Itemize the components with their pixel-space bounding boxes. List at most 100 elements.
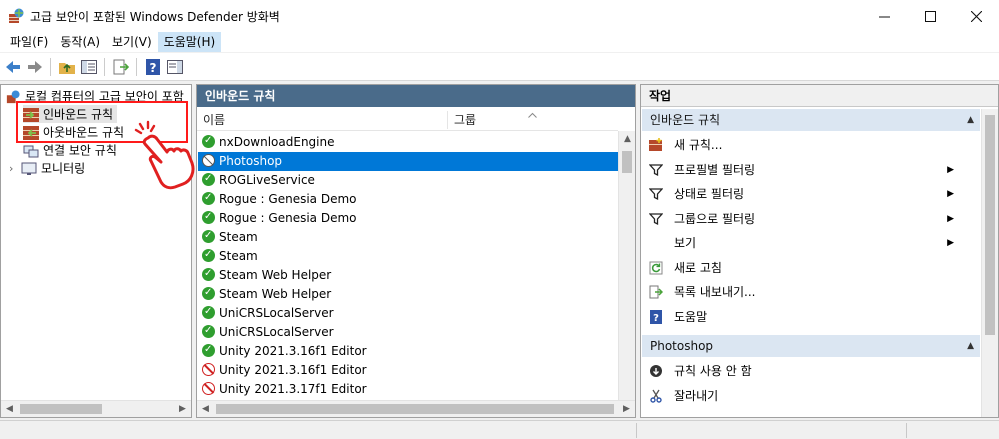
collapse-icon[interactable]: ▲ bbox=[967, 335, 974, 357]
actions-section-photoshop[interactable]: Photoshop ▲ bbox=[642, 335, 980, 357]
section-title: 인바운드 규칙 bbox=[650, 113, 721, 127]
table-row[interactable]: Steam bbox=[198, 226, 619, 247]
scroll-right-icon[interactable]: ▶ bbox=[174, 401, 191, 417]
scroll-thumb[interactable] bbox=[985, 115, 995, 335]
rules-horizontal-scrollbar[interactable]: ◀ ▶ bbox=[197, 400, 635, 417]
tree-item-label: 모니터링 bbox=[41, 161, 86, 176]
cut-icon bbox=[649, 389, 663, 403]
rule-name: Rogue : Genesia Demo bbox=[219, 192, 357, 206]
rule-name: Unity 2021.3.16f1 Editor bbox=[219, 344, 367, 358]
tree-item-connection-security[interactable]: 연결 보안 규칙 bbox=[23, 141, 117, 159]
action-item[interactable]: 목록 내보내기... bbox=[642, 280, 980, 304]
rule-allowed-icon bbox=[202, 302, 215, 321]
action-item[interactable]: 새로 고침 bbox=[642, 256, 980, 280]
action-label: 새로 고침 bbox=[674, 260, 722, 275]
table-row[interactable]: Rogue : Genesia Demo bbox=[198, 207, 619, 228]
action-label: 새 규칙... bbox=[674, 138, 723, 152]
tree-horizontal-scrollbar[interactable]: ◀ ▶ bbox=[1, 400, 191, 417]
submenu-arrow-icon: ▶ bbox=[947, 189, 954, 199]
minimize-icon bbox=[878, 16, 890, 17]
action-item[interactable]: ? 도움말 bbox=[642, 305, 980, 329]
title-bar: 고급 보안이 포함된 Windows Defender 방화벽 bbox=[0, 0, 999, 32]
filter-icon bbox=[648, 163, 664, 177]
tree-item-label: 연결 보안 규칙 bbox=[43, 143, 117, 158]
rule-name: Steam Web Helper bbox=[219, 287, 332, 301]
menu-file[interactable]: 파일(F) bbox=[4, 32, 54, 52]
action-item[interactable]: 잘라내기 bbox=[642, 384, 980, 408]
refresh-icon bbox=[649, 261, 663, 275]
submenu-arrow-icon: ▶ bbox=[947, 213, 954, 224]
rule-name: Rogue : Genesia Demo bbox=[219, 211, 357, 225]
rule-name: Steam bbox=[219, 249, 258, 263]
scroll-left-icon[interactable]: ◀ bbox=[1, 401, 18, 417]
maximize-button[interactable] bbox=[907, 0, 953, 32]
table-row[interactable]: Rogue : Genesia Demo bbox=[198, 188, 619, 209]
disable-rule-icon bbox=[649, 364, 663, 378]
action-item[interactable]: 상태로 필터링 ▶ bbox=[642, 182, 980, 206]
rule-allowed-icon bbox=[202, 283, 215, 302]
actions-vertical-scrollbar[interactable] bbox=[981, 109, 998, 417]
help-icon[interactable]: ? bbox=[144, 58, 162, 76]
table-row[interactable]: Unity 2021.3.16f1 Editor bbox=[198, 340, 619, 361]
table-row[interactable]: UniCRSLocalServer bbox=[198, 302, 619, 323]
hand-pointer-icon bbox=[134, 120, 195, 190]
menu-help[interactable]: 도움말(H) bbox=[157, 32, 222, 52]
rule-name: Photoshop bbox=[219, 154, 283, 168]
scroll-left-icon[interactable]: ◀ bbox=[197, 401, 214, 417]
actions-section-inbound[interactable]: 인바운드 규칙 ▲ bbox=[642, 109, 980, 131]
svg-text:?: ? bbox=[653, 313, 659, 324]
rule-blocked-icon bbox=[202, 382, 215, 395]
action-item[interactable]: 보기 ▶ bbox=[642, 231, 980, 255]
action-label: 규칙 사용 안 함 bbox=[674, 364, 752, 378]
table-row[interactable]: Steam Web Helper bbox=[198, 264, 619, 285]
window-title: 고급 보안이 포함된 Windows Defender 방화벽 bbox=[30, 10, 280, 24]
submenu-arrow-icon: ▶ bbox=[947, 164, 954, 175]
rule-name: UniCRSLocalServer bbox=[219, 325, 334, 339]
new-rule-icon bbox=[649, 138, 663, 152]
menu-view[interactable]: 보기(V) bbox=[106, 32, 158, 52]
table-row[interactable]: Unity 2021.3.17f1 Editor bbox=[198, 380, 619, 399]
show-hide-action-pane-icon[interactable] bbox=[166, 58, 184, 76]
table-row[interactable]: nxDownloadEngine bbox=[198, 131, 619, 152]
action-item[interactable]: 새 규칙... bbox=[642, 133, 980, 157]
collapse-icon[interactable]: ▲ bbox=[967, 109, 974, 131]
table-row[interactable]: Unity 2021.3.16f1 Editor bbox=[198, 361, 619, 380]
chevron-right-icon[interactable]: › bbox=[9, 160, 21, 178]
rule-allowed-icon bbox=[202, 340, 215, 359]
rule-allowed-icon bbox=[202, 207, 215, 226]
forward-icon[interactable] bbox=[26, 58, 44, 76]
rules-list-pane: 인바운드 규칙 이름 그룹 nxDownloadEngine Photoshop R… bbox=[196, 84, 636, 418]
scroll-thumb[interactable] bbox=[216, 404, 614, 414]
scroll-up-icon[interactable]: ▲ bbox=[619, 131, 635, 147]
actions-pane-title: 작업 bbox=[641, 85, 998, 107]
action-item[interactable]: 규칙 사용 안 함 bbox=[642, 359, 980, 383]
rule-allowed-icon bbox=[202, 321, 215, 340]
table-row[interactable]: Steam Web Helper bbox=[198, 283, 619, 304]
scroll-thumb[interactable] bbox=[622, 151, 632, 173]
close-button[interactable] bbox=[953, 0, 999, 32]
up-folder-icon[interactable] bbox=[58, 58, 76, 76]
tree-item-monitoring[interactable]: › 모니터링 bbox=[9, 159, 85, 177]
column-header-name[interactable]: 이름 bbox=[197, 109, 447, 131]
scroll-right-icon[interactable]: ▶ bbox=[618, 401, 635, 417]
table-row[interactable]: UniCRSLocalServer bbox=[198, 321, 619, 342]
table-row[interactable]: Photoshop bbox=[198, 152, 619, 171]
scroll-thumb[interactable] bbox=[20, 404, 102, 414]
action-item[interactable]: 그룹으로 필터링 ▶ bbox=[642, 207, 980, 231]
export-list-icon[interactable] bbox=[112, 58, 130, 76]
show-hide-console-tree-icon[interactable] bbox=[80, 58, 98, 76]
close-icon bbox=[970, 10, 982, 22]
toolbar: ? bbox=[0, 53, 999, 81]
table-row[interactable]: Steam bbox=[198, 245, 619, 266]
minimize-button[interactable] bbox=[861, 0, 907, 32]
actions-pane: 작업 인바운드 규칙 ▲ 새 규칙... 프로필별 필터링 ▶ 상태로 필터링 ▶ 그룹으… bbox=[640, 84, 999, 418]
menu-action[interactable]: 동작(A) bbox=[54, 32, 106, 52]
action-label: 프로필별 필터링 bbox=[674, 162, 756, 177]
action-item[interactable]: 프로필별 필터링 ▶ bbox=[642, 158, 980, 182]
filter-icon bbox=[648, 212, 664, 226]
back-icon[interactable] bbox=[4, 58, 22, 76]
action-label: 그룹으로 필터링 bbox=[674, 211, 756, 226]
rules-vertical-scrollbar[interactable]: ▲ bbox=[618, 131, 635, 402]
table-row[interactable]: ROGLiveService bbox=[198, 169, 619, 190]
rule-name: Steam Web Helper bbox=[219, 268, 332, 282]
